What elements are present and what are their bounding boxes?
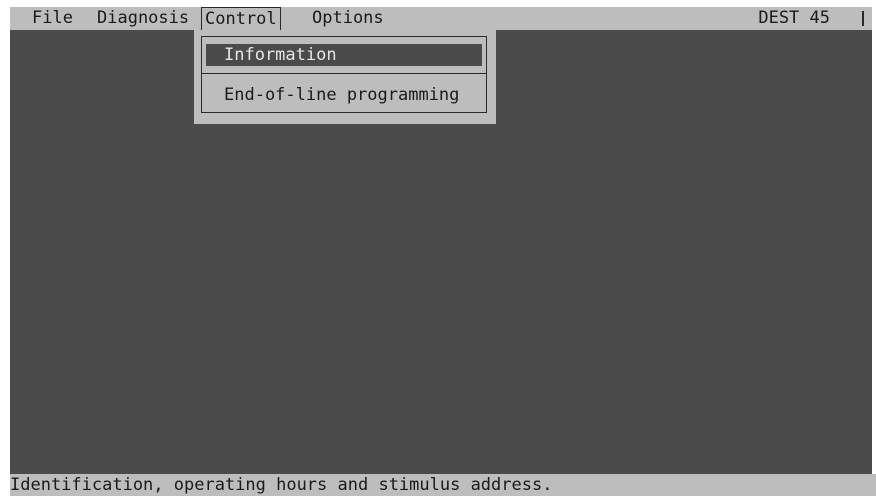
menu-options[interactable]: Options	[312, 7, 384, 30]
control-dropdown-menu: Information End-of-line programming	[194, 30, 496, 124]
dropdown-divider	[202, 73, 486, 74]
menu-diagnosis[interactable]: Diagnosis	[97, 7, 189, 30]
menubar-separator	[862, 11, 864, 26]
menu-bar: File Diagnosis Control Options DEST 45	[10, 7, 872, 31]
status-bar: Identification, operating hours and stim…	[10, 474, 876, 496]
app-screen: File Diagnosis Control Options DEST 45 I…	[10, 7, 876, 496]
menu-option-end-of-line-programming[interactable]: End-of-line programming	[206, 84, 482, 106]
menu-file[interactable]: File	[32, 7, 73, 30]
menu-control[interactable]: Control	[201, 7, 281, 31]
menu-option-information[interactable]: Information	[206, 44, 482, 66]
device-label: DEST 45	[758, 8, 830, 28]
dropdown-frame: Information End-of-line programming	[201, 36, 487, 113]
